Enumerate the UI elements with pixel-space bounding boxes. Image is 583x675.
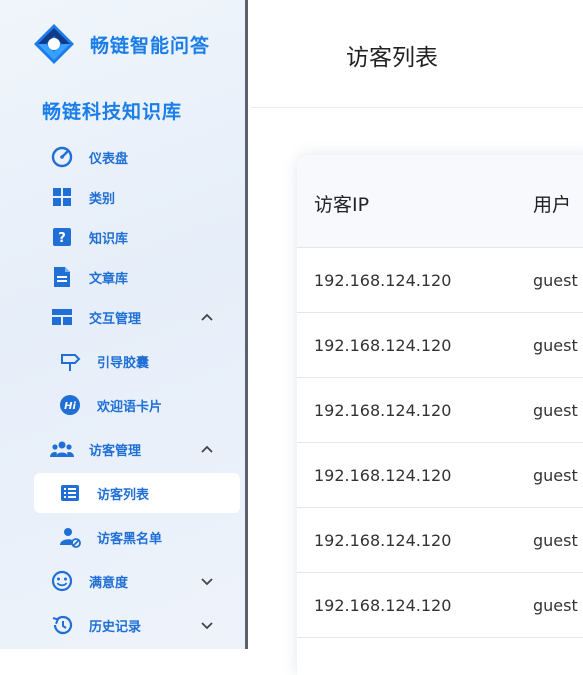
- chevron-down-icon[interactable]: [200, 574, 214, 588]
- sidebar-item-label: 类别: [89, 191, 116, 207]
- sidebar-item-label: 满意度: [89, 575, 129, 591]
- column-header-visitor-ip[interactable]: 访客IP: [314, 190, 369, 217]
- svg-text:?: ?: [58, 231, 66, 246]
- table-row[interactable]: 192.168.124.120 guest: [297, 378, 583, 443]
- knowledge-base-title: 畅链科技知识库: [42, 101, 183, 123]
- help-icon: ?: [50, 225, 74, 249]
- cell-user: guest: [533, 531, 578, 550]
- sidebar-item-label: 欢迎语卡片: [97, 399, 163, 415]
- main-header: 访客列表: [251, 0, 583, 108]
- sidebar-item-knowledge-base[interactable]: ? 知识库: [34, 217, 240, 257]
- cell-visitor-ip: 192.168.124.120: [314, 271, 452, 290]
- chevron-up-icon[interactable]: [200, 442, 214, 456]
- column-header-user[interactable]: 用户: [533, 190, 571, 217]
- dashboard-icon: [50, 145, 74, 169]
- sidebar-item-categories[interactable]: 类别: [34, 177, 240, 217]
- cell-visitor-ip: 192.168.124.120: [314, 466, 452, 485]
- cell-visitor-ip: 192.168.124.120: [314, 531, 452, 550]
- cell-user: guest: [533, 596, 578, 615]
- sidebar-item-guide-capsule[interactable]: 引导胶囊: [34, 341, 240, 381]
- table-row[interactable]: 192.168.124.120 guest: [297, 313, 583, 378]
- table-row[interactable]: 192.168.124.120 guest: [297, 573, 583, 638]
- sidebar-item-welcome-card[interactable]: Hi 欢迎语卡片: [34, 385, 240, 425]
- table-row[interactable]: 192.168.124.120 guest: [297, 443, 583, 508]
- grid-icon: [50, 185, 74, 209]
- svg-text:Hi: Hi: [64, 401, 76, 412]
- sidebar-item-visitor-blacklist[interactable]: 访客黑名单: [34, 517, 240, 557]
- smile-icon: [50, 569, 74, 593]
- cell-user: guest: [533, 271, 578, 290]
- app-name: 畅链智能问答: [90, 35, 211, 57]
- layout-icon: [50, 305, 74, 329]
- sidebar-item-label: 访客列表: [97, 487, 150, 503]
- sidebar-item-satisfaction[interactable]: 满意度: [34, 561, 240, 601]
- sidebar-item-visitor-list[interactable]: 访客列表: [34, 473, 240, 513]
- hi-icon: Hi: [58, 393, 82, 417]
- sidebar-item-label: 引导胶囊: [97, 355, 150, 371]
- cell-user: guest: [533, 401, 578, 420]
- cell-visitor-ip: 192.168.124.120: [314, 336, 452, 355]
- sidebar-item-article-library[interactable]: 文章库: [34, 257, 240, 297]
- sidebar-item-label: 知识库: [89, 231, 129, 247]
- table-row[interactable]: 192.168.124.120 guest: [297, 508, 583, 573]
- sidebar-item-visitor-management[interactable]: 访客管理: [34, 429, 240, 469]
- cell-visitor-ip: 192.168.124.120: [314, 596, 452, 615]
- sidebar-item-label: 访客管理: [89, 443, 142, 459]
- sidebar-item-dashboard[interactable]: 仪表盘: [34, 137, 240, 177]
- cell-user: guest: [533, 466, 578, 485]
- app-logo-icon: [34, 24, 74, 64]
- history-icon: [50, 613, 74, 637]
- group-icon: [50, 437, 74, 461]
- sidebar-item-interaction-management[interactable]: 交互管理: [34, 297, 240, 337]
- sidebar-item-label: 历史记录: [89, 619, 142, 635]
- table-row[interactable]: 192.168.124.120 guest: [297, 248, 583, 313]
- signpost-icon: [58, 349, 82, 373]
- sidebar-item-label: 交互管理: [89, 311, 142, 327]
- document-icon: [50, 265, 74, 289]
- table-header: 访客IP 用户: [297, 155, 583, 248]
- user-block-icon: [58, 525, 82, 549]
- sidebar-item-label: 文章库: [89, 271, 129, 287]
- sidebar-item-label: 访客黑名单: [97, 531, 163, 547]
- list-icon: [58, 481, 82, 505]
- sidebar-item-history[interactable]: 历史记录: [34, 605, 240, 645]
- sidebar: 畅链智能问答 畅链科技知识库 仪表盘 类别 ? 知识库 文章库 交互管理 引导胶…: [0, 0, 248, 649]
- page-title: 访客列表: [346, 45, 438, 71]
- sidebar-item-label: 仪表盘: [89, 151, 129, 167]
- cell-user: guest: [533, 336, 578, 355]
- chevron-down-icon[interactable]: [200, 618, 214, 632]
- visitor-table-card: 访客IP 用户 192.168.124.120 guest 192.168.12…: [297, 155, 583, 675]
- cell-visitor-ip: 192.168.124.120: [314, 401, 452, 420]
- chevron-up-icon[interactable]: [200, 310, 214, 324]
